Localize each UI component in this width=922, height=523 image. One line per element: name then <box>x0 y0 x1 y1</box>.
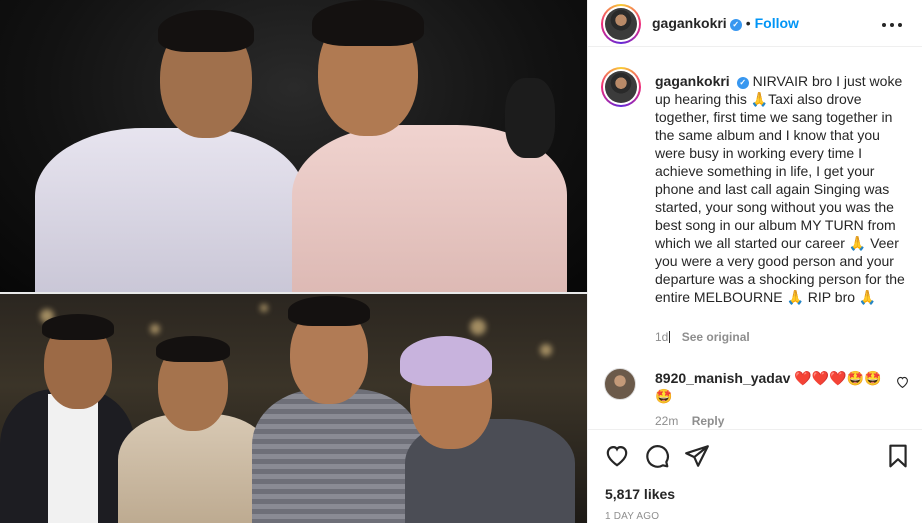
bookmark-icon[interactable] <box>885 443 911 469</box>
post-photo-bottom <box>0 294 587 523</box>
commenter-avatar[interactable] <box>604 368 636 400</box>
header-username[interactable]: gagankokri <box>652 15 727 31</box>
caption-text: NIRVAIR bro I just woke up hearing this … <box>655 73 905 305</box>
text-cursor <box>669 331 671 343</box>
likes-count[interactable]: 5,817 likes <box>605 486 675 502</box>
header-user-line: gagankokri ✓ • Follow <box>652 15 799 33</box>
caption-meta: 1d See original <box>655 330 750 344</box>
caption-age[interactable]: 1d <box>655 330 668 344</box>
share-icon[interactable] <box>684 443 710 469</box>
follow-button[interactable]: Follow <box>755 15 799 31</box>
more-icon[interactable] <box>881 12 903 33</box>
heart-icon[interactable] <box>604 443 630 469</box>
verified-icon: ✓ <box>736 77 749 89</box>
post-actions: 5,817 likes 1 DAY AGO <box>588 429 922 523</box>
verified-icon: ✓ <box>729 19 742 31</box>
post-media[interactable] <box>0 0 587 523</box>
caption-username[interactable]: gagankokri <box>655 73 730 89</box>
see-original-link[interactable]: See original <box>682 330 750 344</box>
caption-avatar[interactable] <box>601 67 641 107</box>
photo-background-person <box>505 78 555 158</box>
comment-meta: 22m Reply <box>655 414 724 428</box>
post-header: gagankokri ✓ • Follow <box>588 0 922 47</box>
header-separator: • <box>745 15 751 31</box>
header-avatar[interactable] <box>601 4 641 44</box>
comment-like-heart-icon[interactable] <box>896 376 909 391</box>
comment: 8920_manish_yadav ❤️❤️❤️🤩🤩🤩 <box>655 369 895 405</box>
post-side-panel: gagankokri ✓ • Follow gagankokri ✓ NIRVAIR b… <box>587 0 922 523</box>
post-timestamp[interactable]: 1 DAY AGO <box>605 511 659 522</box>
comment-username[interactable]: 8920_manish_yadav <box>655 370 790 386</box>
comment-icon[interactable] <box>644 443 670 469</box>
comment-age: 22m <box>655 414 679 428</box>
comments-area[interactable]: gagankokri ✓ NIRVAIR bro I just woke up h… <box>588 48 922 428</box>
reply-button[interactable]: Reply <box>692 414 725 428</box>
post-photo-top <box>0 0 587 292</box>
caption: gagankokri ✓ NIRVAIR bro I just woke up h… <box>655 72 910 306</box>
